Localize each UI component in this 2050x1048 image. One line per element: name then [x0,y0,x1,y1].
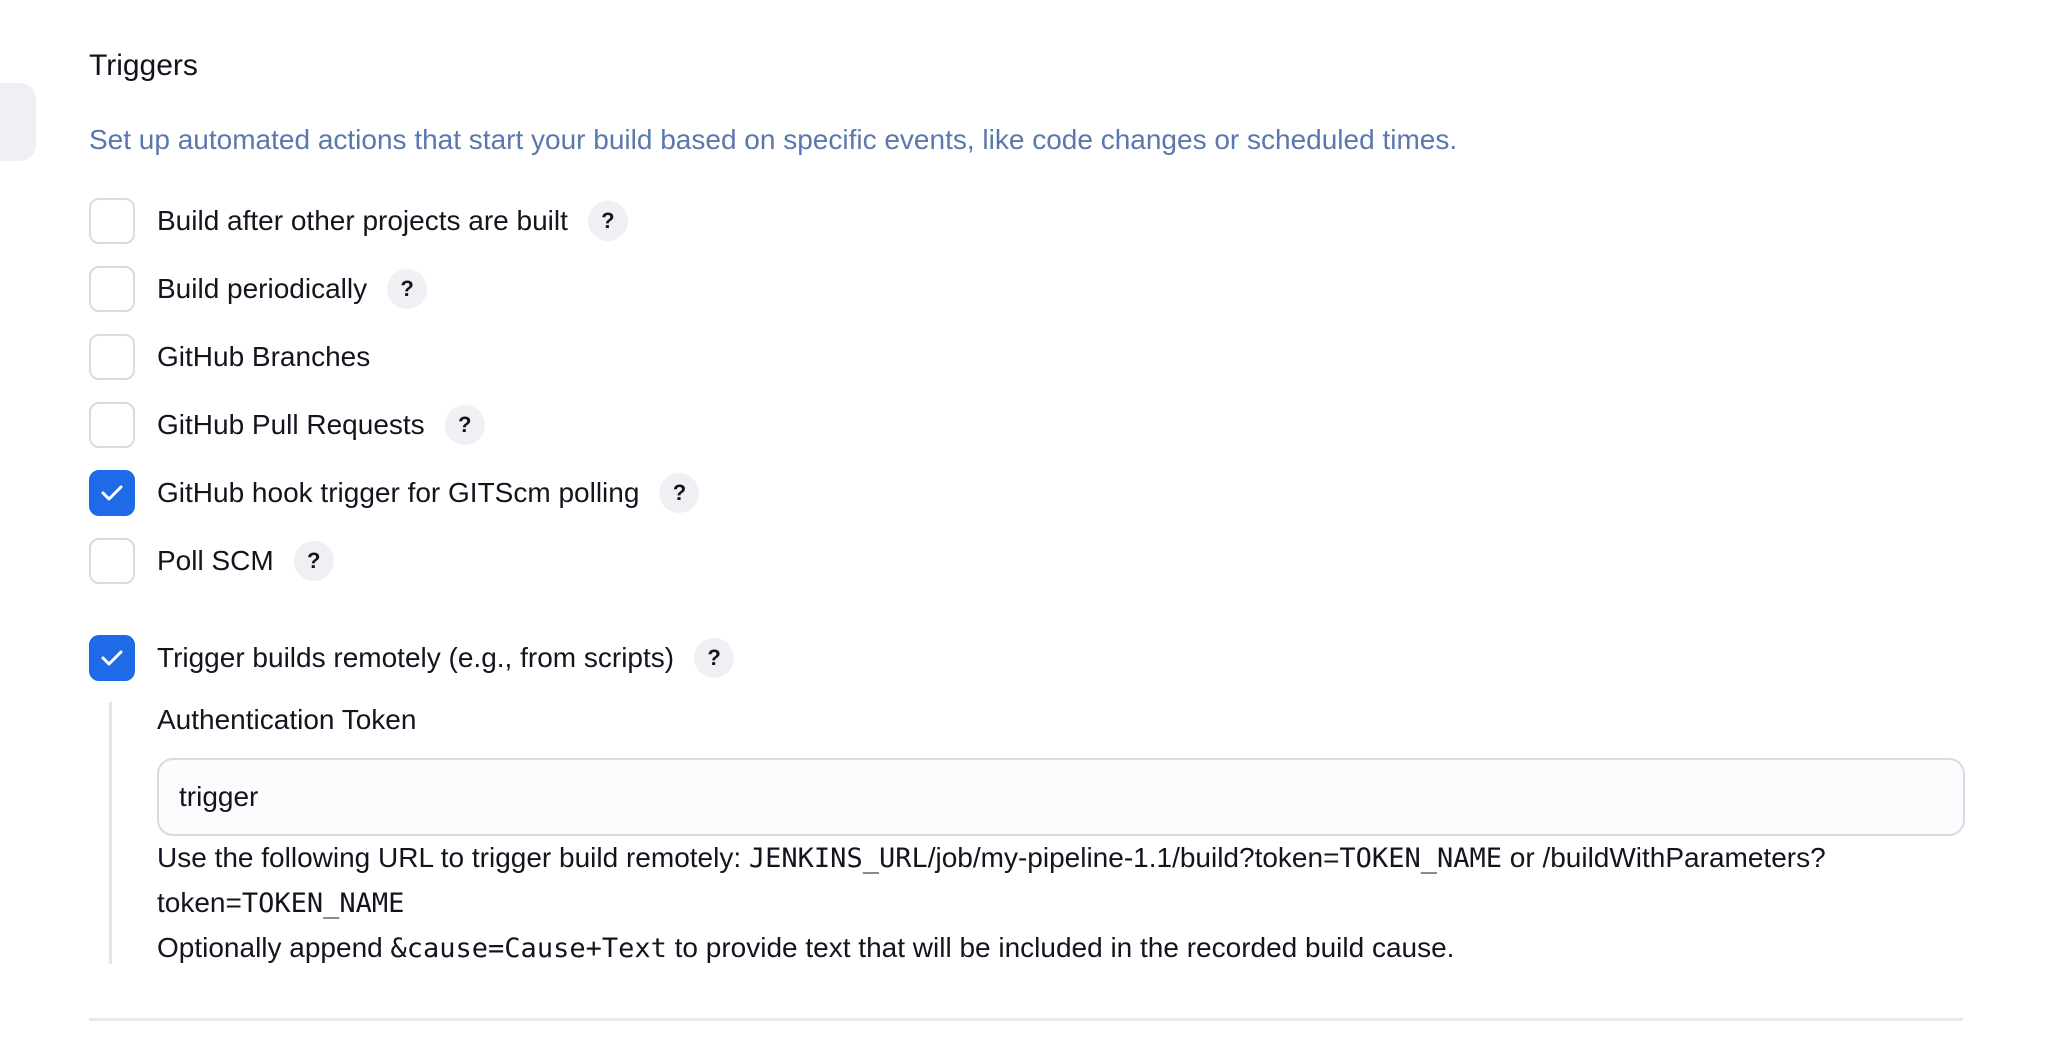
trigger-option-poll-scm[interactable]: Poll SCM ? [89,538,334,584]
checkbox[interactable] [89,402,135,448]
remote-trigger-settings: Authentication Token Use the following U… [109,702,1965,964]
option-label: GitHub hook trigger for GITScm polling [157,477,640,508]
check-icon [101,650,123,666]
trigger-option-github-branches[interactable]: GitHub Branches [89,334,370,380]
help-icon[interactable]: ? [387,269,428,309]
side-panel-tab [0,83,36,161]
trigger-option-build-periodically[interactable]: Build periodically ? [89,266,428,312]
authentication-token-label: Authentication Token [157,704,417,735]
checkbox[interactable] [89,334,135,380]
cause-append-help: Optionally append &cause=Cause+Text to p… [157,932,1455,964]
trigger-option-trigger-builds-remotely[interactable]: Trigger builds remotely (e.g., from scri… [89,635,735,681]
help-icon[interactable]: ? [444,405,485,445]
option-label: Poll SCM [157,545,274,576]
section-title: Triggers [89,49,198,82]
trigger-option-github-hook-trigger[interactable]: GitHub hook trigger for GITScm polling ? [89,470,700,516]
checkbox[interactable] [89,635,135,681]
authentication-token-input[interactable] [157,758,1965,836]
checkbox[interactable] [89,470,135,516]
help-icon[interactable]: ? [659,473,700,513]
section-divider [89,1018,1963,1021]
checkbox[interactable] [89,266,135,312]
help-icon[interactable]: ? [694,638,735,678]
checkbox[interactable] [89,198,135,244]
option-label: Build periodically [157,273,368,304]
section-description: Set up automated actions that start your… [89,124,1458,155]
checkbox[interactable] [89,538,135,584]
trigger-url-help: Use the following URL to trigger build r… [157,842,1826,919]
option-label: GitHub Branches [157,341,371,372]
option-label: Build after other projects are built [157,205,568,236]
help-icon[interactable]: ? [587,201,628,241]
remote-trigger-help-text: Use the following URL to trigger build r… [157,836,1977,971]
trigger-option-build-after-other-projects[interactable]: Build after other projects are built ? [89,198,628,244]
check-icon [101,485,123,501]
option-label: GitHub Pull Requests [157,409,425,440]
trigger-option-github-pull-requests[interactable]: GitHub Pull Requests ? [89,402,485,448]
option-label: Trigger builds remotely (e.g., from scri… [157,642,675,673]
help-icon[interactable]: ? [293,541,334,581]
